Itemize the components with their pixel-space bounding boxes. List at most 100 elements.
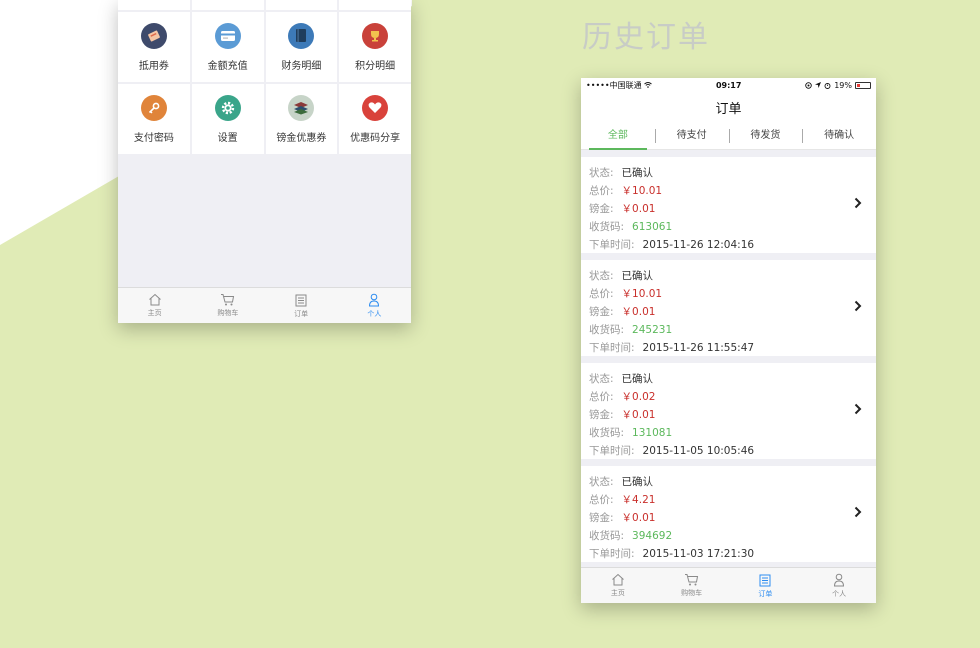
grid-item-label: 镑金优惠券 xyxy=(276,132,327,144)
status-label: 状态: xyxy=(589,373,614,385)
location-icon xyxy=(815,82,822,88)
grid-item-recharge[interactable]: 金额充值 xyxy=(191,12,264,82)
home-icon xyxy=(148,293,161,306)
order-code: 131081 xyxy=(632,427,673,439)
total-label: 总价: xyxy=(589,494,614,506)
time-label: 下单时间: xyxy=(589,548,635,560)
order-status: 已确认 xyxy=(621,167,654,179)
order-icon xyxy=(759,574,771,586)
battery-percent: 19% xyxy=(834,80,852,90)
order-code: 613061 xyxy=(632,221,673,233)
tab-profile[interactable]: 个人 xyxy=(338,288,411,323)
tab-label: 个人 xyxy=(367,309,382,318)
grid-item-label: 财务明细 xyxy=(281,60,322,72)
order-list: 状态: 已确认 总价: ￥10.01 镑金: ￥0.01 收货码: 613061 下单时… xyxy=(581,150,876,562)
grid-item-label: 优惠码分享 xyxy=(350,132,401,144)
tab-home[interactable]: 主页 xyxy=(118,288,191,323)
grid-item-label: 抵用券 xyxy=(138,60,169,72)
tab-orders[interactable]: 订单 xyxy=(729,568,803,603)
order-total: ￥10.01 xyxy=(621,185,663,197)
person-icon xyxy=(369,293,380,306)
order-total: ￥4.21 xyxy=(621,494,656,506)
grid-item-settings[interactable]: 设置 xyxy=(191,84,264,154)
chevron-right-icon[interactable] xyxy=(854,403,862,415)
cart-icon xyxy=(221,294,235,306)
grid-item-pay-password[interactable]: 支付密码 xyxy=(118,84,190,154)
card-icon xyxy=(214,22,241,49)
menu-grid: 抵用券 金额充值 财务明细 积分明细 支付密码 设置 镑金优惠券 优惠码分享 xyxy=(118,12,411,154)
right-phone-screen: •••••中国联通 09:17 19% 订单 全部 待支付 待发货 待确认 状态… xyxy=(581,78,876,603)
lock-rotation-icon xyxy=(805,81,812,89)
tab-cart[interactable]: 购物车 xyxy=(655,568,729,603)
status-right: 19% xyxy=(805,81,871,90)
order-card[interactable]: 状态: 已确认 总价: ￥10.01 镑金: ￥0.01 收货码: 245231 下单时… xyxy=(581,260,876,356)
pound-label: 镑金: xyxy=(589,203,614,215)
bottom-tab-bar: 主页 购物车 订单 个人 xyxy=(581,567,876,603)
grid-item-pound-coupon[interactable]: 镑金优惠券 xyxy=(265,84,338,154)
code-label: 收货码: xyxy=(589,221,625,233)
order-status: 已确认 xyxy=(621,373,654,385)
total-label: 总价: xyxy=(589,391,614,403)
trophy-icon xyxy=(362,22,389,49)
chevron-right-icon[interactable] xyxy=(854,300,862,312)
order-card[interactable]: 状态: 已确认 总价: ￥4.21 镑金: ￥0.01 收货码: 394692 下单时间… xyxy=(581,466,876,562)
status-label: 状态: xyxy=(589,167,614,179)
order-time: 2015-11-26 11:55:47 xyxy=(642,342,755,354)
key-icon xyxy=(140,94,167,121)
tab-all[interactable]: 全部 xyxy=(581,122,655,150)
home-icon xyxy=(612,573,624,586)
order-total: ￥0.02 xyxy=(621,391,656,403)
grid-item-finance[interactable]: 财务明细 xyxy=(265,12,338,82)
code-label: 收货码: xyxy=(589,530,625,542)
grid-item-voucher[interactable]: 抵用券 xyxy=(118,12,190,82)
chevron-right-icon[interactable] xyxy=(854,197,862,209)
order-pound: ￥0.01 xyxy=(621,203,656,215)
total-label: 总价: xyxy=(589,288,614,300)
status-bar: •••••中国联通 09:17 19% xyxy=(581,78,876,92)
grid-item-points[interactable]: 积分明细 xyxy=(339,12,411,82)
status-time: 09:17 xyxy=(715,80,742,90)
tab-label: 购物车 xyxy=(681,589,703,597)
tab-label: 个人 xyxy=(832,589,847,598)
order-code: 245231 xyxy=(632,324,673,336)
grid-item-share-code[interactable]: 优惠码分享 xyxy=(339,84,411,154)
tab-label: 购物车 xyxy=(217,309,239,317)
tab-pending-payment[interactable]: 待支付 xyxy=(654,122,729,150)
time-label: 下单时间: xyxy=(589,342,635,354)
status-label: 状态: xyxy=(589,270,614,282)
chevron-right-icon[interactable] xyxy=(854,506,862,518)
tab-pending-shipment[interactable]: 待发货 xyxy=(728,122,803,150)
order-icon xyxy=(295,294,307,306)
book-icon xyxy=(288,22,315,49)
nav-title: 订单 xyxy=(581,92,876,122)
order-code: 394692 xyxy=(632,530,673,542)
pound-label: 镑金: xyxy=(589,306,614,318)
tab-label: 订单 xyxy=(758,589,773,598)
tab-home[interactable]: 主页 xyxy=(581,568,655,603)
wifi-icon xyxy=(644,81,652,88)
order-pound: ￥0.01 xyxy=(621,512,656,524)
bottom-tab-bar: 主页 购物车 订单 个人 xyxy=(118,287,411,323)
tab-cart[interactable]: 购物车 xyxy=(191,288,264,323)
time-label: 下单时间: xyxy=(589,445,635,457)
order-card[interactable]: 状态: 已确认 总价: ￥10.01 镑金: ￥0.01 收货码: 613061 下单时… xyxy=(581,157,876,253)
tab-profile[interactable]: 个人 xyxy=(802,568,876,603)
battery-icon xyxy=(854,81,871,89)
order-time: 2015-11-26 12:04:16 xyxy=(642,239,755,251)
order-pound: ￥0.01 xyxy=(621,409,656,421)
order-time: 2015-11-05 10:05:46 xyxy=(642,445,755,457)
order-total: ￥10.01 xyxy=(621,288,663,300)
left-phone-screen: 抵用券 金额充值 财务明细 积分明细 支付密码 设置 镑金优惠券 优惠码分享 主… xyxy=(118,0,411,323)
order-card[interactable]: 状态: 已确认 总价: ￥0.02 镑金: ￥0.01 收货码: 131081 下单时间… xyxy=(581,363,876,459)
status-label: 状态: xyxy=(589,476,614,488)
carrier-text: •••••中国联通 xyxy=(586,80,652,91)
gear-icon xyxy=(214,94,241,121)
code-label: 收货码: xyxy=(589,324,625,336)
order-status: 已确认 xyxy=(621,270,654,282)
tab-pending-confirm[interactable]: 待确认 xyxy=(802,122,876,150)
pound-label: 镑金: xyxy=(589,409,614,421)
grid-item-label: 金额充值 xyxy=(207,60,248,72)
tab-orders[interactable]: 订单 xyxy=(265,288,338,323)
heart-icon xyxy=(362,94,389,121)
alarm-icon xyxy=(824,82,831,89)
